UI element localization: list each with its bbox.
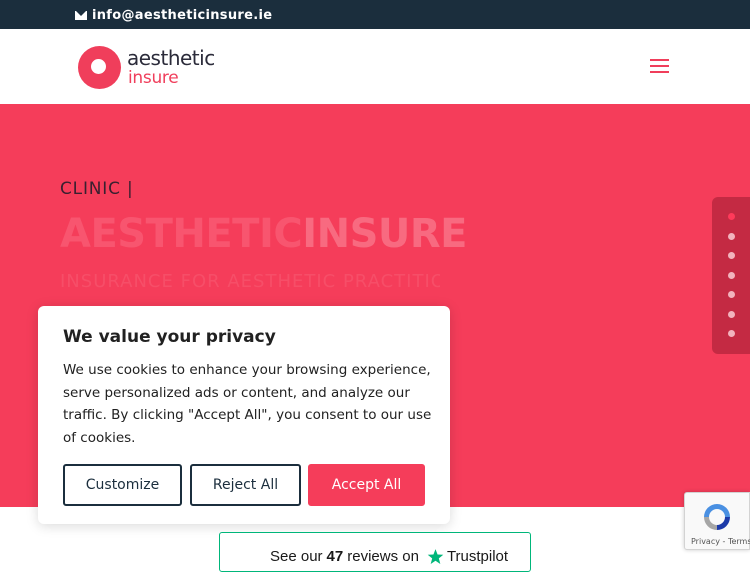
hero-headline: AESTHETICINSURE [60,211,467,257]
trustpilot-star-icon [427,549,444,564]
logo-mark-icon [78,46,121,89]
menu-bar [650,59,669,61]
slide-dot-2[interactable] [728,233,735,240]
site-header: aesthetic insure [0,29,750,104]
hero-headline-part1: AESTHETIC [60,211,303,257]
recaptcha-badge[interactable]: Privacy - Terms [684,492,750,550]
trustpilot-brand: Trustpilot [446,548,509,565]
email-link[interactable]: info@aestheticinsure.ie [75,8,272,23]
slide-dot-3[interactable] [728,252,735,259]
slide-dot-4[interactable] [728,272,735,279]
accept-all-button[interactable]: Accept All [308,464,425,506]
logo-word-aesthetic: aesthetic [127,46,215,70]
logo-word-insure: insure [128,68,179,88]
trustpilot-text: See our 47 reviews on Trustpilot [270,548,508,565]
slide-dot-5[interactable] [728,291,735,298]
hero-subline: INSURANCE FOR AESTHETIC PRACTITIONERS [60,271,440,291]
hero-tagline: CLINIC | [60,179,134,199]
top-bar: info@aestheticinsure.ie [0,0,750,29]
cookie-body: We use cookies to enhance your browsing … [63,362,432,446]
recaptcha-icon [704,504,730,530]
slide-dots-nav [712,197,750,354]
trustpilot-count: 47 [326,548,344,565]
cookie-consent-dialog: We value your privacy We use cookies to … [38,306,450,524]
reject-all-button[interactable]: Reject All [190,464,301,506]
cookie-title: We value your privacy [63,327,276,347]
trustpilot-widget[interactable]: See our 47 reviews on Trustpilot [219,532,531,572]
hero-headline-part2: INSURE [302,211,467,257]
menu-bar [650,65,669,67]
envelope-icon [75,11,87,20]
slide-dot-1[interactable] [728,213,735,220]
recaptcha-legal[interactable]: Privacy - Terms [691,537,750,546]
hamburger-menu-icon[interactable] [650,59,669,73]
email-text: info@aestheticinsure.ie [92,8,273,23]
customize-button[interactable]: Customize [63,464,182,506]
trustpilot-suffix: reviews on [347,548,419,565]
trustpilot-prefix: See our [270,548,323,565]
menu-bar [650,71,669,73]
slide-dot-6[interactable] [728,311,735,318]
slide-dot-7[interactable] [728,330,735,337]
site-logo[interactable]: aesthetic insure [78,44,218,90]
